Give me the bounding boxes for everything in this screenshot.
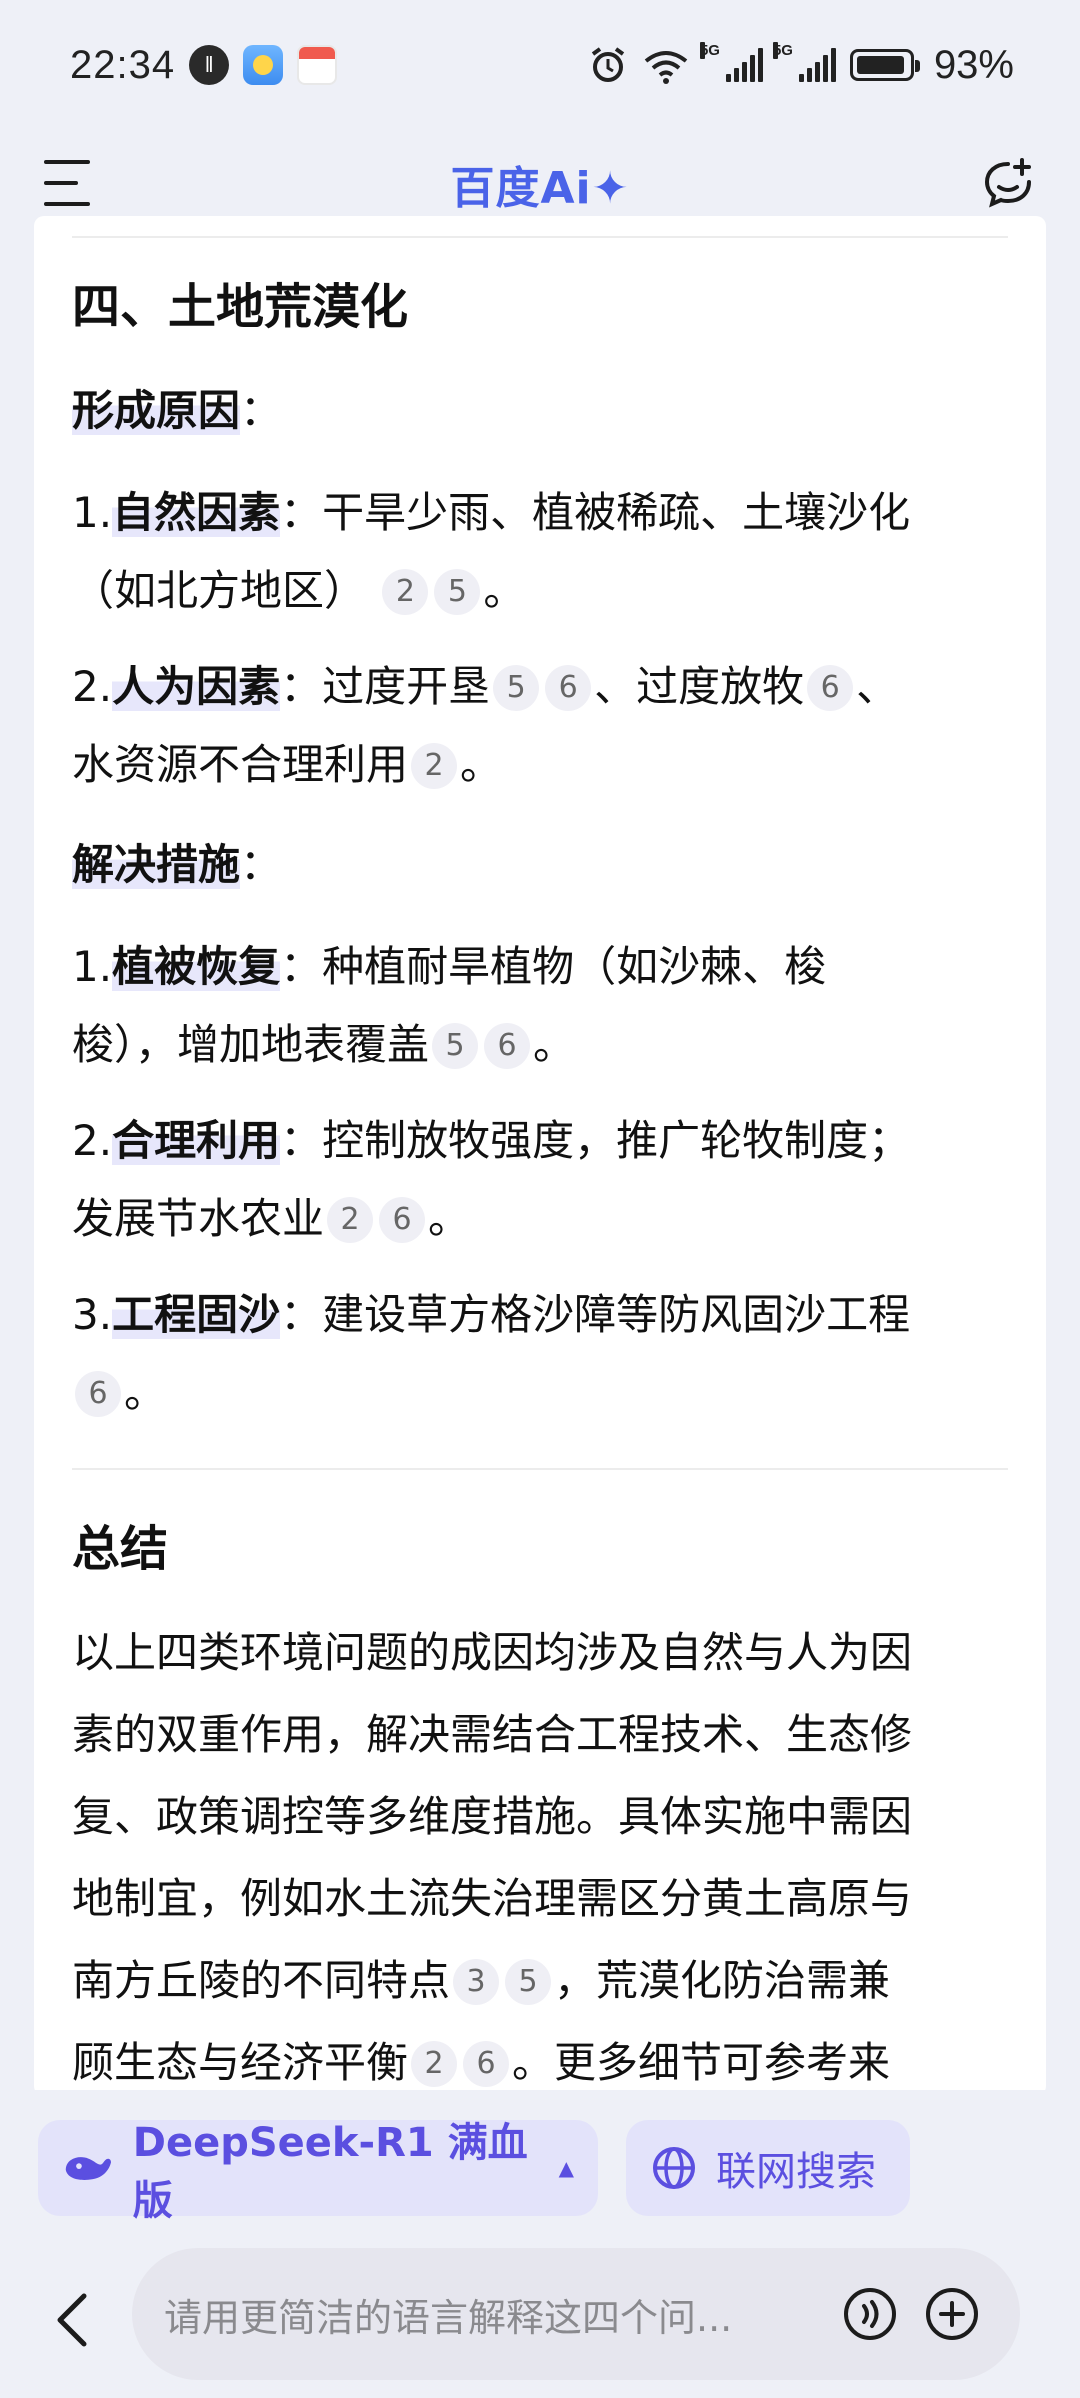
list-text: 。 <box>483 566 526 615</box>
list-text: 。 <box>460 740 503 789</box>
list-text: ：过度开垦 <box>280 662 491 711</box>
status-left: 22:34 ‖ <box>70 42 338 88</box>
list-item: 1.自然因素：干旱少雨、植被稀疏、土壤沙化 （如北方地区） 2 5。 <box>72 474 1008 630</box>
list-item: 1.植被恢复：种植耐旱植物（如沙棘、梭 梭），增加地表覆盖 5 6。 <box>72 928 1008 1084</box>
list-number: 1. <box>72 942 113 991</box>
calendar-icon <box>297 45 338 85</box>
list-text: 水资源不合理利用 <box>72 740 409 789</box>
summary-line: 南方丘陵的不同特点 3 5 ，荒漠化防治需兼 <box>72 1940 1008 2022</box>
battery-percent: 93% <box>933 42 1014 87</box>
summary-paragraph: 以上四类环境问题的成因均涉及自然与人为因 素的双重作用，解决需结合工程技术、生态… <box>72 1612 1008 2096</box>
web-search-label: 联网搜索 <box>716 2149 876 2195</box>
model-selector-button[interactable]: DeepSeek-R1 满血版 ▲ <box>38 2120 598 2224</box>
list-label: 人为因素 <box>112 662 281 711</box>
globe-icon <box>653 2147 695 2189</box>
status-right: 5G 5G 93% <box>588 42 1014 88</box>
status-bar: 22:34 ‖ 5G 5G 93% <box>0 0 1080 130</box>
app-title: 百度Ai✦ <box>450 163 630 214</box>
citation-badge[interactable]: 5 <box>432 1023 479 1069</box>
list-number: 1. <box>72 488 113 537</box>
add-icon[interactable] <box>924 2286 980 2342</box>
list-text: 、 <box>856 662 899 711</box>
measure-heading: 解决措施 <box>72 840 241 889</box>
citation-badge[interactable]: 5 <box>493 665 540 711</box>
wifi-icon <box>644 51 688 84</box>
alarm-icon <box>591 47 625 82</box>
status-time: 22:34 <box>70 42 176 87</box>
signal-5g-icon: 5G <box>699 42 763 82</box>
citation-badge[interactable]: 6 <box>807 665 854 711</box>
cause-heading: 形成原因 <box>72 386 241 435</box>
summary-line: 顾生态与经济平衡 2 6 。更多细节可参考来 <box>72 2022 1008 2096</box>
list-text: 。 <box>428 1194 471 1243</box>
list-text: ：干旱少雨、植被稀疏、土壤沙化 <box>280 488 911 537</box>
summary-line: 素的双重作用，解决需结合工程技术、生态修 <box>72 1710 913 1759</box>
list-number: 3. <box>72 1290 113 1339</box>
bottom-bar: DeepSeek-R1 满血版 ▲ 联网搜索 请用更简洁的语言解释这四个问... <box>0 2090 1080 2398</box>
citation-badge[interactable]: 5 <box>434 569 481 615</box>
model-label: DeepSeek-R1 满血版 <box>132 2120 528 2224</box>
list-text: 。 <box>124 1368 167 1417</box>
list-text: （如北方地区） <box>72 566 367 615</box>
network-tag: 5G <box>699 42 720 59</box>
citation-badge[interactable]: 3 <box>453 1959 500 2005</box>
summary-text: 。更多细节可参考来 <box>512 2038 891 2087</box>
list-label: 工程固沙 <box>112 1290 281 1339</box>
list-number: 2. <box>72 1116 113 1165</box>
answer-card: 四、土地荒漠化 形成原因： 1.自然因素：干旱少雨、植被稀疏、土壤沙化 （如北方… <box>34 216 1046 2096</box>
summary-text: ，荒漠化防治需兼 <box>554 1956 891 2005</box>
citation-badge[interactable]: 2 <box>411 2041 458 2087</box>
list-text: 发展节水农业 <box>72 1194 325 1243</box>
list-text: 、过度放牧 <box>594 662 805 711</box>
list-text: 。 <box>533 1020 576 1069</box>
citation-badge[interactable]: 6 <box>379 1197 426 1243</box>
list-label: 合理利用 <box>112 1116 281 1165</box>
list-item: 3.工程固沙：建设草方格沙障等防风固沙工程 6。 <box>72 1276 1008 1432</box>
web-search-button[interactable]: 联网搜索 <box>626 2120 910 2216</box>
list-label: 植被恢复 <box>112 942 281 991</box>
citation-badge[interactable]: 6 <box>75 1371 121 1417</box>
summary-title: 总结 <box>72 1521 169 1577</box>
voice-icon[interactable] <box>842 2286 898 2342</box>
measure-heading-line: 解决措施： <box>72 840 283 889</box>
citation-badge[interactable]: 6 <box>484 1023 531 1069</box>
cause-heading-line: 形成原因： <box>72 386 283 435</box>
citation-badge[interactable]: 6 <box>545 665 592 711</box>
network-tag: 5G <box>772 42 793 59</box>
list-text: ：种植耐旱植物（如沙棘、梭 <box>280 942 827 991</box>
menu-icon[interactable] <box>44 160 96 206</box>
signal-5g-icon: 5G <box>772 42 836 82</box>
new-chat-icon[interactable] <box>980 156 1036 212</box>
summary-text: 南方丘陵的不同特点 <box>72 1956 451 2005</box>
input-placeholder: 请用更简洁的语言解释这四个问... <box>164 2295 733 2340</box>
citation-badge[interactable]: 6 <box>463 2041 510 2087</box>
list-text: ：建设草方格沙障等防风固沙工程 <box>280 1290 911 1339</box>
deepseek-whale-icon <box>65 2157 111 2180</box>
summary-line: 复、政策调控等多维度措施。具体实施中需因 <box>72 1792 913 1841</box>
chat-input-field[interactable]: 请用更简洁的语言解释这四个问... <box>132 2248 1020 2380</box>
list-text: ：控制放牧强度，推广轮牧制度； <box>280 1116 911 1165</box>
app-circle-icon: ‖ <box>189 45 230 85</box>
list-label: 自然因素 <box>112 488 281 537</box>
list-item: 2.人为因素：过度开垦 5 6 、过度放牧 6、 水资源不合理利用 2。 <box>72 648 1008 804</box>
battery-icon <box>849 49 920 81</box>
citation-badge[interactable]: 2 <box>327 1197 374 1243</box>
summary-text: 顾生态与经济平衡 <box>72 2038 409 2087</box>
divider <box>72 1468 1008 1470</box>
list-number: 2. <box>72 662 113 711</box>
citation-badge[interactable]: 5 <box>505 1959 552 2005</box>
list-text: 梭），增加地表覆盖 <box>72 1020 430 1069</box>
citation-badge[interactable]: 2 <box>382 569 429 615</box>
list-item: 2.合理利用：控制放牧强度，推广轮牧制度； 发展节水农业 2 6。 <box>72 1102 1008 1258</box>
citation-badge[interactable]: 2 <box>411 743 458 789</box>
summary-line: 地制宜，例如水土流失治理需区分黄土高原与 <box>72 1874 913 1923</box>
back-arrow-icon[interactable] <box>50 2290 94 2350</box>
weather-icon <box>243 45 284 85</box>
divider <box>72 236 1008 238</box>
section-title: 四、土地荒漠化 <box>72 279 409 335</box>
caret-up-icon: ▲ <box>558 2156 574 2180</box>
summary-line: 以上四类环境问题的成因均涉及自然与人为因 <box>72 1628 913 1677</box>
